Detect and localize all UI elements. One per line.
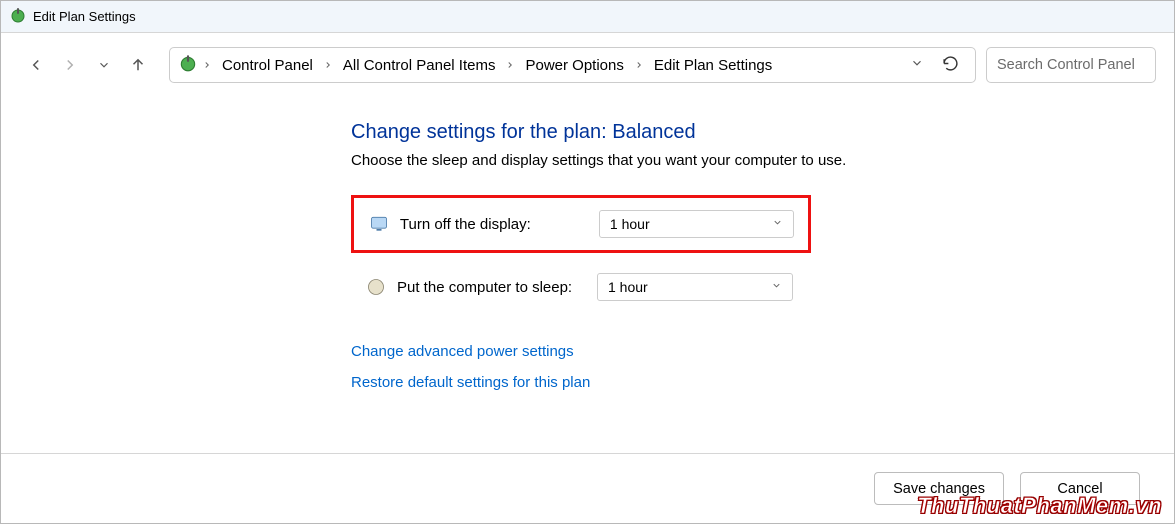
advanced-power-settings-link[interactable]: Change advanced power settings [351, 343, 1174, 360]
turn-off-display-label: Turn off the display: [400, 216, 589, 233]
forward-button[interactable] [53, 48, 87, 82]
turn-off-display-select[interactable]: 1 hour [599, 210, 794, 238]
put-computer-sleep-label: Put the computer to sleep: [397, 279, 587, 296]
page-heading: Change settings for the plan: Balanced [351, 121, 1174, 144]
power-options-icon [178, 53, 198, 77]
navigation-row: Control Panel All Control Panel Items Po… [1, 33, 1174, 95]
sleep-setting-row: Put the computer to sleep: 1 hour [351, 265, 811, 309]
search-input[interactable]: Search Control Panel [986, 47, 1156, 83]
chevron-right-icon[interactable] [632, 57, 646, 74]
highlight-annotation: Turn off the display: 1 hour [351, 195, 811, 253]
page-subtext: Choose the sleep and display settings th… [351, 152, 1174, 169]
put-computer-sleep-select[interactable]: 1 hour [597, 273, 793, 301]
chevron-right-icon[interactable] [321, 57, 335, 74]
up-button[interactable] [121, 48, 155, 82]
main-content: Change settings for the plan: Balanced C… [1, 95, 1174, 391]
back-button[interactable] [19, 48, 53, 82]
chevron-down-icon [771, 280, 782, 294]
footer: Save changes Cancel [1, 453, 1174, 523]
chevron-down-icon [772, 217, 783, 231]
search-placeholder: Search Control Panel [997, 57, 1135, 73]
moon-icon [365, 276, 387, 298]
titlebar: Edit Plan Settings [1, 1, 1174, 33]
breadcrumb-item[interactable]: Edit Plan Settings [648, 57, 778, 74]
window-title: Edit Plan Settings [33, 9, 136, 24]
breadcrumb-item[interactable]: Control Panel [216, 57, 319, 74]
restore-defaults-link[interactable]: Restore default settings for this plan [351, 374, 1174, 391]
monitor-icon [368, 213, 390, 235]
power-options-icon [9, 6, 27, 28]
recent-locations-button[interactable] [87, 48, 121, 82]
save-changes-button[interactable]: Save changes [874, 472, 1004, 505]
cancel-button[interactable]: Cancel [1020, 472, 1140, 505]
select-value: 1 hour [610, 216, 650, 232]
links-section: Change advanced power settings Restore d… [351, 343, 1174, 391]
breadcrumb-item[interactable]: Power Options [519, 57, 629, 74]
select-value: 1 hour [608, 279, 648, 295]
chevron-right-icon[interactable] [200, 57, 214, 74]
breadcrumb-item[interactable]: All Control Panel Items [337, 57, 502, 74]
address-dropdown-button[interactable] [902, 56, 932, 74]
address-bar[interactable]: Control Panel All Control Panel Items Po… [169, 47, 976, 83]
chevron-right-icon[interactable] [503, 57, 517, 74]
refresh-button[interactable] [934, 55, 967, 76]
